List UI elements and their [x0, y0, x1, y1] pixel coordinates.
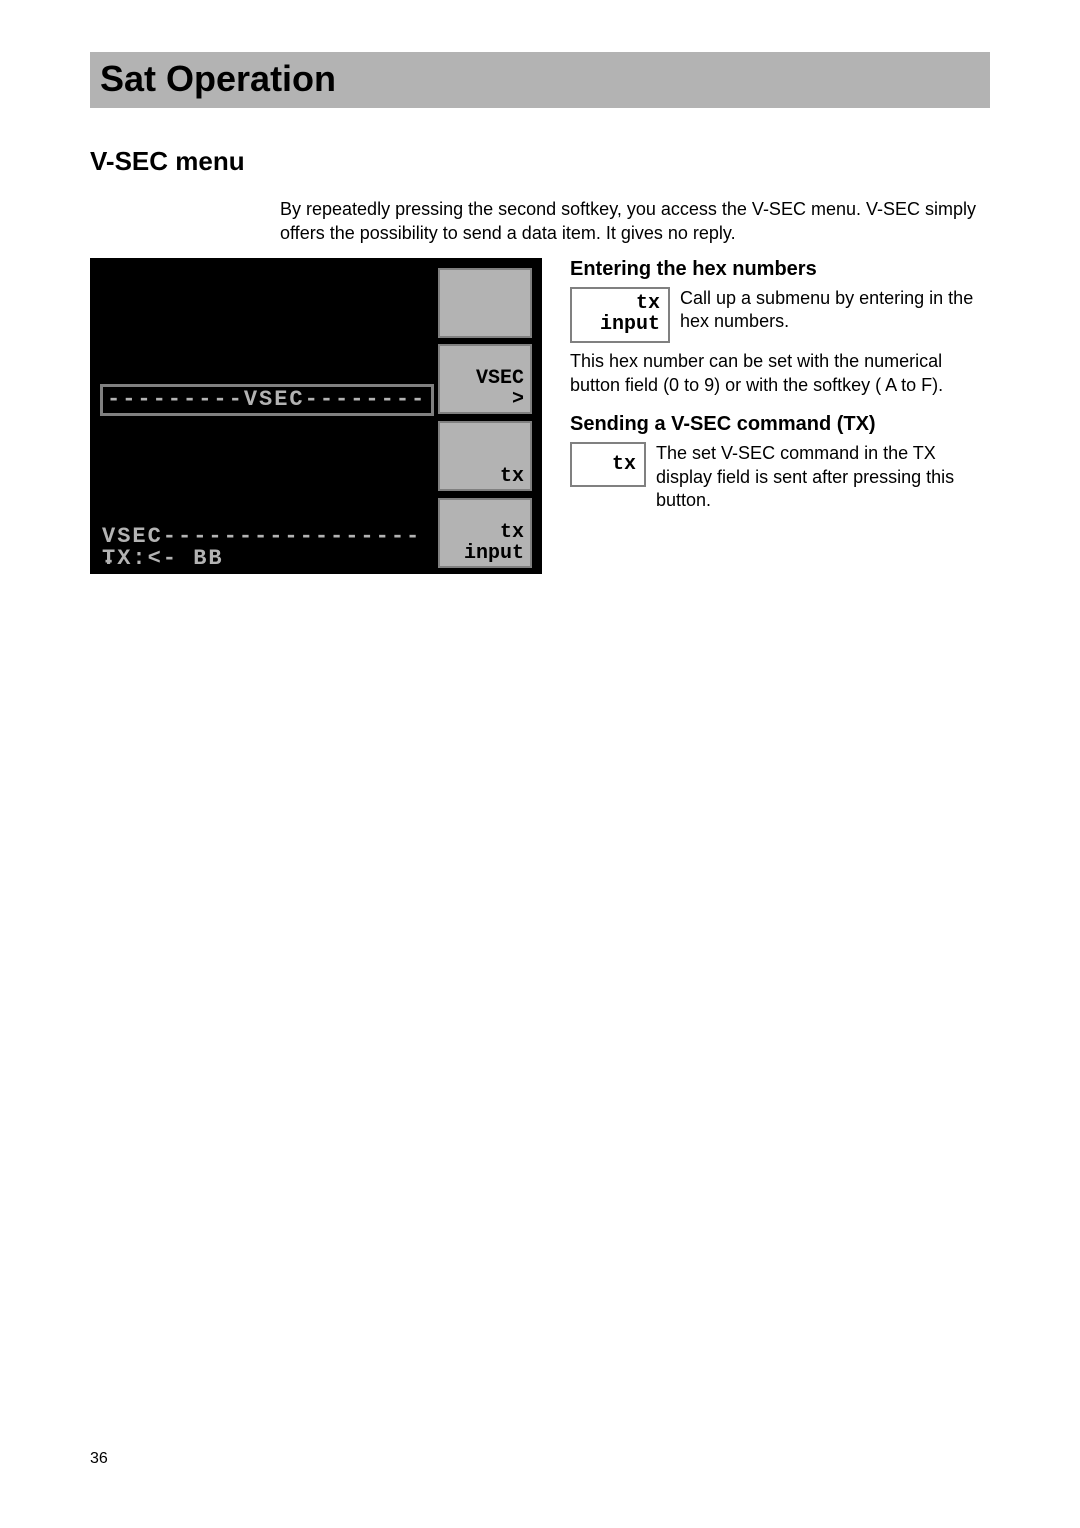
lcd-display: ---------VSEC-------- VSEC--------------…: [100, 268, 434, 568]
right-column: Entering the hex numbers tx input Call u…: [570, 258, 990, 519]
hex-softkey-illustration: tx input: [570, 287, 670, 343]
softkey-3-line2: tx: [444, 466, 524, 487]
softkey-2-line2: >: [444, 389, 524, 410]
send-text-1: The set V-SEC command in the TX display …: [656, 442, 990, 512]
hex-text-1: Call up a submenu by entering in the hex…: [680, 287, 990, 334]
softkey-3[interactable]: tx: [438, 421, 532, 491]
hex-heading: Entering the hex numbers: [570, 258, 990, 281]
hex-text-2: This hex number can be set with the nume…: [570, 349, 990, 398]
send-softkey-line1: tx: [612, 454, 636, 475]
lcd-device: ---------VSEC-------- VSEC--------------…: [90, 258, 542, 574]
softkey-1[interactable]: [438, 268, 532, 338]
lcd-row-tx-status: TX:<- BB: [100, 546, 434, 571]
section-title: V-SEC menu: [90, 146, 990, 177]
hex-softkey-line1: tx: [600, 293, 660, 314]
softkey-2-line1: VSEC: [444, 368, 524, 389]
page-title: Sat Operation: [100, 58, 980, 100]
lcd-row-vsec-header: ---------VSEC--------: [100, 384, 434, 416]
send-softkey-illustration: tx: [570, 442, 646, 487]
softkey-column: VSEC > tx tx input: [438, 268, 532, 568]
page-banner: Sat Operation: [90, 52, 990, 108]
page-number: 36: [90, 1450, 108, 1468]
intro-paragraph: By repeatedly pressing the second softke…: [280, 197, 990, 246]
hex-softkey-line2: input: [600, 314, 660, 335]
softkey-4-line1: tx: [444, 522, 524, 543]
softkey-4-line2: input: [444, 543, 524, 564]
softkey-4[interactable]: tx input: [438, 498, 532, 568]
softkey-2[interactable]: VSEC >: [438, 344, 532, 414]
send-heading: Sending a V-SEC command (TX): [570, 413, 990, 436]
